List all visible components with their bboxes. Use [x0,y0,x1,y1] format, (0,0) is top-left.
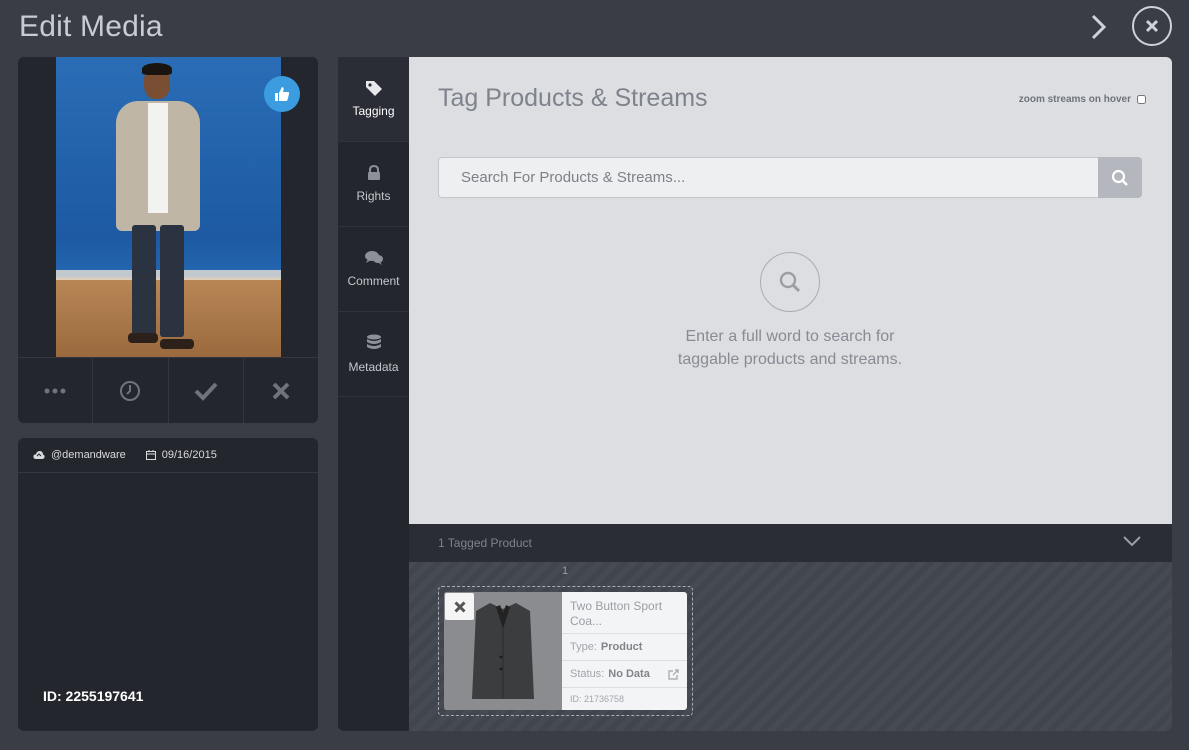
chevron-right-icon [1091,14,1107,40]
tab-rights-label: Rights [356,189,391,203]
empty-message-line-1: Enter a full word to search for [685,328,895,345]
photo-person-shoe-right [160,339,194,349]
media-id: ID: 2255197641 [43,688,144,704]
slot-number: 1 [562,565,569,577]
edit-tabs: Tagging Rights Comment Metadata [338,57,416,731]
product-slot[interactable]: Two Button Sport Coa... Type: Product St… [438,586,693,716]
media-date: 09/16/2015 [145,449,217,461]
photo-person-leg-left [132,225,156,337]
product-type-label: Type: [570,641,597,653]
lock-icon [367,165,380,180]
tagged-products-area: 1 Two Button Sport Coa... Type: Product … [409,562,1172,731]
media-info-card: @demandware 09/16/2015 ID: 2255197641 [18,438,318,731]
reject-button[interactable] [244,358,318,423]
search-icon [1111,169,1128,186]
tab-tagging[interactable]: Tagging [338,57,416,142]
more-icon [44,388,66,393]
tagged-products-bar[interactable]: 1 Tagged Product [409,524,1172,562]
approve-button[interactable] [169,358,244,423]
tab-metadata-label: Metadata [348,360,399,374]
tagging-panel: Tag Products & Streams zoom streams on h… [409,57,1172,524]
chevron-down-icon[interactable] [1122,534,1142,548]
empty-search-message: Enter a full word to search for taggable… [589,325,991,371]
schedule-button[interactable] [93,358,169,423]
remove-product-button[interactable] [445,593,474,620]
cloud-upload-icon [33,451,45,459]
database-icon [366,334,381,349]
product-type: Type: Product [562,634,687,661]
media-source: @demandware [33,449,126,461]
next-button[interactable] [1085,10,1113,44]
product-status-label: Status: [570,668,605,680]
tab-comment[interactable]: Comment [338,227,409,312]
calendar-icon [145,450,156,460]
close-icon [453,600,466,613]
product-name: Two Button Sport Coa... [562,592,687,634]
check-icon [194,382,218,401]
media-date-label: 09/16/2015 [161,449,217,461]
tab-rights[interactable]: Rights [338,142,409,227]
product-status-value: No Data [608,668,650,680]
tab-metadata[interactable]: Metadata [338,312,409,397]
product-name-line-1: Two Button Sport [570,599,663,613]
comment-icon [364,251,383,265]
media-source-label: @demandware [51,449,126,461]
search-icon [779,271,801,293]
tagged-product-card[interactable]: Two Button Sport Coa... Type: Product St… [444,592,687,710]
external-link-icon[interactable] [668,669,679,680]
jacket-image [472,603,534,699]
more-button[interactable] [18,358,94,423]
clock-icon [120,380,141,401]
close-icon [272,382,290,399]
product-name-line-2: Coa... [570,614,603,628]
tagging-title: Tag Products & Streams [438,84,708,112]
photo-person-leg-right [160,225,184,337]
page-title: Edit Media [19,10,163,43]
empty-search-icon-circle [760,252,820,312]
tag-icon [365,81,382,96]
media-action-bar [18,357,318,423]
zoom-streams-label: zoom streams on hover [1018,94,1131,105]
product-info: Two Button Sport Coa... Type: Product St… [562,592,687,710]
product-type-value: Product [600,641,643,653]
product-search [438,157,1142,198]
like-badge[interactable] [264,76,300,112]
tab-tagging-label: Tagging [352,104,395,118]
photo-person-shoe-left [128,333,158,343]
thumbs-up-icon [275,87,290,101]
photo-person-hair [142,63,172,75]
zoom-streams-option[interactable]: zoom streams on hover [1019,94,1146,105]
media-meta: @demandware 09/16/2015 [18,438,318,473]
product-id: ID: 21736758 [570,694,625,704]
zoom-streams-checkbox[interactable] [1137,95,1146,104]
search-button[interactable] [1098,157,1142,198]
search-input[interactable] [438,157,1098,198]
media-photo[interactable] [56,57,281,357]
tagged-count: 1 Tagged Product [438,536,532,550]
empty-message-line-2: taggable products and streams. [677,351,903,368]
tab-comment-label: Comment [347,274,400,288]
media-card [18,57,318,423]
close-button[interactable] [1132,6,1172,46]
close-icon [1145,19,1159,33]
photo-person-shirt [148,103,168,213]
product-status: Status: No Data [562,661,687,688]
